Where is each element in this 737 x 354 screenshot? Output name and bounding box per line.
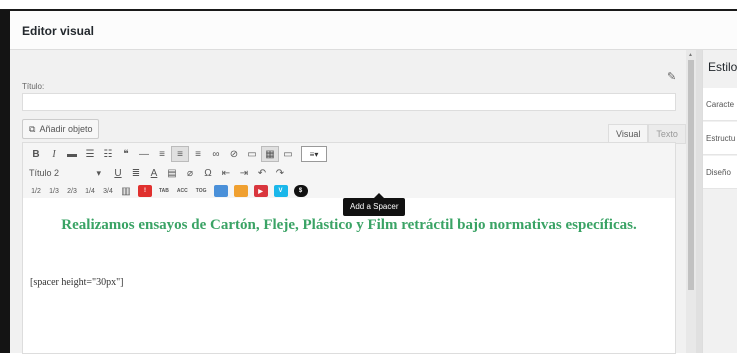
content-heading: Realizamos ensayos de Cartón, Fleje, Plá… — [61, 217, 637, 233]
add-media-label: Añadir objeto — [39, 124, 93, 134]
format-select-value: Título 2 — [29, 168, 60, 178]
unlink-icon[interactable]: ⊘ — [225, 146, 243, 162]
tooltip: Add a Spacer — [343, 198, 406, 216]
accordion-shortcode-button[interactable]: ACC — [177, 188, 188, 194]
column-quarter-button[interactable]: 1/4 — [81, 184, 99, 198]
bullet-list-icon[interactable]: ☰ — [81, 146, 99, 162]
justify-icon[interactable]: ≣ — [127, 165, 145, 181]
align-right-icon[interactable]: ≡ — [189, 146, 207, 162]
add-media-button[interactable]: ⧉ Añadir objeto — [22, 119, 100, 139]
undo-icon[interactable]: ↶ — [253, 165, 271, 181]
blockquote-icon[interactable]: ❝ — [117, 146, 135, 162]
outdent-icon[interactable]: ⇤ — [217, 165, 235, 181]
editor-content[interactable]: Realizamos ensayos de Cartón, Fleje, Plá… — [22, 198, 676, 354]
chart-icon[interactable]: ▥ — [117, 183, 135, 199]
column-third-button[interactable]: 1/3 — [45, 184, 63, 198]
read-more-icon[interactable]: ▭ — [243, 146, 261, 162]
editor-pane: ✎ Título: ⧉ Añadir objeto Visual Texto B… — [10, 50, 686, 354]
sidebar-item-structure[interactable]: Estructu — [703, 122, 737, 155]
youtube-icon[interactable]: ▶ — [253, 185, 268, 197]
vimeo-icon[interactable]: V — [273, 185, 288, 197]
toolbar-row-2: Título 2 ▾ U ≣ A ▤ ⌀ Ω ⇤ ⇥ ↶ ↷ — [27, 165, 289, 181]
align-left-icon[interactable]: ≡ — [153, 146, 171, 162]
scrollbar[interactable]: ▲ — [686, 50, 696, 353]
visual-editor-dialog: Editor visual ✎ Título: ⧉ Añadir objeto … — [10, 11, 737, 354]
toggle-shortcode-button[interactable]: TOG — [196, 188, 207, 194]
align-center-icon[interactable]: ≡ — [171, 146, 189, 162]
title-input[interactable] — [22, 93, 676, 111]
dialog-title: Editor visual — [22, 24, 95, 38]
scroll-up-icon[interactable]: ▲ — [688, 52, 693, 58]
title-label: Título: — [22, 82, 45, 91]
media-icon: ⧉ — [29, 124, 36, 134]
image-icon[interactable] — [233, 185, 248, 197]
column-half-button[interactable]: 1/2 — [27, 184, 45, 198]
pin-icon[interactable]: ✎ — [667, 70, 676, 83]
italic-icon[interactable]: I — [45, 146, 63, 162]
tab-text[interactable]: Texto — [648, 124, 686, 144]
sidebar-item-characters[interactable]: Caracte — [703, 88, 737, 121]
clear-formatting-icon[interactable]: ⌀ — [181, 165, 199, 181]
horizontal-rule-icon[interactable]: — — [135, 146, 153, 162]
column-two-thirds-button[interactable]: 2/3 — [63, 184, 81, 198]
toolbar-row-1: B I ▬ ☰ ☷ ❝ — ≡ ≡ ≡ ∞ ⊘ ▭ ▦ ▭ ≡▾ — [27, 146, 327, 162]
editor-toolbar: B I ▬ ☰ ☷ ❝ — ≡ ≡ ≡ ∞ ⊘ ▭ ▦ ▭ ≡▾ Título … — [22, 142, 676, 199]
strikethrough-icon[interactable]: ▬ — [63, 146, 81, 162]
paste-text-icon[interactable]: ▤ — [163, 165, 181, 181]
bold-icon[interactable]: B — [27, 146, 45, 162]
toolbar-row-3: 1/2 1/3 2/3 1/4 3/4 ▥ ! TAB ACC TOG ▶ V … — [27, 183, 311, 199]
alert-icon[interactable]: ! — [138, 185, 152, 197]
spacer-shortcode: [spacer height="30px"] — [30, 277, 124, 288]
sidebar-item-design[interactable]: Diseño — [703, 156, 737, 189]
column-three-quarters-button[interactable]: 3/4 — [99, 184, 117, 198]
fullscreen-icon[interactable]: ▭ — [279, 146, 297, 162]
redo-icon[interactable]: ↷ — [271, 165, 289, 181]
box-icon[interactable] — [213, 185, 228, 197]
sidebar-title: Estilo — [708, 60, 737, 74]
editor-tabs: Visual Texto — [608, 124, 686, 144]
styles-sidebar: Estilo Caracte Estructu Diseño — [702, 50, 737, 353]
underline-icon[interactable]: U — [109, 165, 127, 181]
dialog-header: Editor visual — [10, 11, 737, 50]
link-icon[interactable]: ∞ — [207, 146, 225, 162]
tabs-shortcode-button[interactable]: TAB — [159, 188, 169, 194]
special-character-icon[interactable]: Ω — [199, 165, 217, 181]
scroll-thumb[interactable] — [688, 60, 694, 290]
tab-visual[interactable]: Visual — [608, 124, 649, 144]
format-select[interactable]: Título 2 ▾ — [27, 166, 105, 180]
dollar-icon[interactable]: $ — [293, 185, 308, 197]
frame-left-border — [0, 10, 10, 353]
add-spacer-button[interactable]: ≡▾ — [301, 146, 327, 162]
chevron-down-icon: ▾ — [96, 167, 101, 178]
toolbar-toggle-icon[interactable]: ▦ — [261, 146, 279, 162]
indent-icon[interactable]: ⇥ — [235, 165, 253, 181]
numbered-list-icon[interactable]: ☷ — [99, 146, 117, 162]
text-color-icon[interactable]: A — [145, 165, 163, 181]
